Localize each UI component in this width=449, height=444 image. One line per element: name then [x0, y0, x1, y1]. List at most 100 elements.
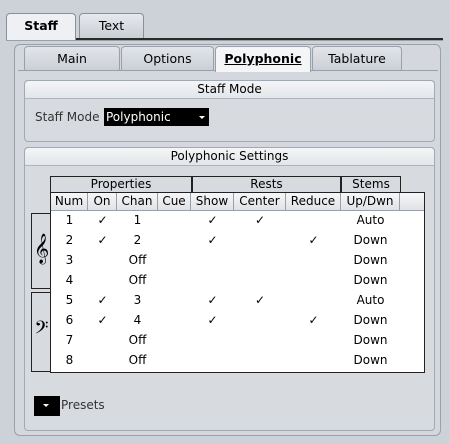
voice-6-cue-cell[interactable]	[158, 312, 191, 329]
voice-7-on-cell[interactable]	[88, 332, 117, 349]
chevron-down-icon	[199, 116, 205, 119]
tab-polyphonic-label: Polyphonic	[224, 51, 302, 66]
voice-5-on-cell[interactable]: ✓	[88, 292, 117, 309]
column-header-show: Show	[191, 193, 234, 211]
tab-tablature[interactable]: Tablature	[312, 46, 402, 70]
voice-4-num-cell: 4	[65, 273, 74, 287]
voice-2-updwn-cell[interactable]: Down	[341, 232, 400, 249]
voice-1-chan-cell[interactable]: 1	[117, 212, 158, 229]
bass-clef-icon: 𝄢	[34, 318, 49, 343]
top-tab-bar: Staff Text	[6, 13, 443, 40]
voice-4-chan-cell[interactable]: Off	[117, 272, 158, 289]
tab-options[interactable]: Options	[121, 46, 214, 70]
voice-8-on-cell[interactable]	[88, 352, 117, 369]
voice-7-center-cell[interactable]	[234, 332, 286, 349]
voice-2-cue-cell[interactable]	[158, 232, 191, 249]
column-header-on: On	[88, 193, 117, 211]
voice-8-show-cell[interactable]	[191, 352, 234, 369]
voice-8-updwn-cell[interactable]: Down	[341, 352, 400, 369]
voice-6-chan-cell[interactable]: 4	[117, 312, 158, 329]
voice-2-show-cell[interactable]: ✓	[191, 232, 234, 249]
voice-3-center-cell[interactable]	[234, 252, 286, 269]
voice-6-on-cell[interactable]: ✓	[88, 312, 117, 329]
voice-5-updwn-cell[interactable]: Auto	[341, 292, 400, 309]
tab-main[interactable]: Main	[24, 46, 120, 70]
voice-4-cue-cell[interactable]	[158, 272, 191, 289]
tab-polyphonic[interactable]: Polyphonic	[215, 46, 311, 72]
treble-clef-icon: 𝄞	[33, 234, 50, 264]
voice-7-updwn-cell[interactable]: Down	[341, 332, 400, 349]
voice-2-num-cell: 2	[65, 233, 74, 247]
staff-mode-group: Staff Mode Staff Mode Polyphonic	[24, 80, 435, 142]
voice-1-num-cell: 1	[65, 213, 74, 227]
presets-label: Presets	[61, 398, 105, 412]
treble-clef-box: 𝄞	[31, 213, 50, 289]
voice-8-num-cell: 8	[65, 353, 74, 367]
voice-4-on-cell[interactable]	[88, 272, 117, 289]
bass-clef-box: 𝄢	[31, 292, 50, 372]
voice-4-center-cell[interactable]	[234, 272, 286, 289]
voice-7-show-cell[interactable]	[191, 332, 234, 349]
voice-2-center-cell[interactable]	[234, 232, 286, 249]
voice-3-show-cell[interactable]	[191, 252, 234, 269]
voice-8-cue-cell[interactable]	[158, 352, 191, 369]
voice-6-show-cell[interactable]: ✓	[191, 312, 234, 329]
voice-6-center-cell[interactable]	[234, 312, 286, 329]
voice-6-updwn-cell[interactable]: Down	[341, 312, 400, 329]
column-header-chan: Chan	[117, 193, 158, 211]
staff-mode-group-title: Staff Mode	[25, 81, 434, 99]
staff-mode-value: Polyphonic	[106, 110, 171, 124]
voice-8-center-cell[interactable]	[234, 352, 286, 369]
voice-3-chan-cell[interactable]: Off	[117, 252, 158, 269]
chevron-down-icon	[43, 404, 49, 407]
voice-1-cue-cell[interactable]	[158, 212, 191, 229]
voice-5-cue-cell[interactable]	[158, 292, 191, 309]
voice-3-on-cell[interactable]	[88, 252, 117, 269]
staff-mode-label: Staff Mode	[35, 110, 100, 124]
tab-main-label: Main	[57, 51, 87, 66]
voice-1-show-cell[interactable]: ✓	[191, 212, 234, 229]
voice-4-updwn-cell[interactable]: Down	[341, 272, 400, 289]
voice-5-reduce-cell[interactable]	[286, 292, 341, 309]
voice-1-updwn-cell[interactable]: Auto	[341, 212, 400, 229]
presets-button[interactable]	[34, 396, 60, 416]
voice-6-reduce-cell[interactable]: ✓	[286, 312, 341, 329]
voice-2-chan-cell[interactable]: 2	[117, 232, 158, 249]
voice-3-num-cell: 3	[65, 253, 74, 267]
column-header-cue: Cue	[158, 193, 191, 211]
voice-1-on-cell[interactable]: ✓	[88, 212, 117, 229]
voice-6-num-cell: 6	[65, 313, 74, 327]
voice-5-center-cell[interactable]: ✓	[234, 292, 286, 309]
voice-2-reduce-cell[interactable]: ✓	[286, 232, 341, 249]
voice-4-reduce-cell[interactable]	[286, 272, 341, 289]
column-header-reduce: Reduce	[286, 193, 341, 211]
voice-3-reduce-cell[interactable]	[286, 252, 341, 269]
tab-tablature-label: Tablature	[328, 51, 386, 66]
column-header-updwn: Up/Dwn	[341, 193, 400, 211]
column-header-num: Num	[51, 193, 88, 211]
voice-8-reduce-cell[interactable]	[286, 352, 341, 369]
voice-7-num-cell: 7	[65, 333, 74, 347]
tab-staff[interactable]: Staff	[6, 13, 76, 40]
voice-7-reduce-cell[interactable]	[286, 332, 341, 349]
voice-5-num-cell: 5	[65, 293, 74, 307]
voice-7-cue-cell[interactable]	[158, 332, 191, 349]
properties-group-header: Properties	[50, 176, 192, 192]
polyphonic-settings-title: Polyphonic Settings	[25, 148, 434, 166]
voice-8-chan-cell[interactable]: Off	[117, 352, 158, 369]
voice-3-updwn-cell[interactable]: Down	[341, 252, 400, 269]
voice-2-on-cell[interactable]: ✓	[88, 232, 117, 249]
staff-settings-window: Staff Text Main Options Polyphonic Tabla…	[0, 0, 449, 444]
voices-table: Num On Chan Cue Show Center Reduce Up/Dwn 1 ✓ 1 ✓ ✓ A…	[50, 192, 425, 373]
voice-4-show-cell[interactable]	[191, 272, 234, 289]
tab-text[interactable]: Text	[79, 13, 144, 39]
tab-options-label: Options	[143, 51, 192, 66]
staff-mode-dropdown[interactable]: Polyphonic	[104, 108, 209, 126]
voice-1-reduce-cell[interactable]	[286, 212, 341, 229]
voice-7-chan-cell[interactable]: Off	[117, 332, 158, 349]
voice-1-center-cell[interactable]: ✓	[234, 212, 286, 229]
voice-5-show-cell[interactable]: ✓	[191, 292, 234, 309]
voice-5-chan-cell[interactable]: 3	[117, 292, 158, 309]
rests-group-header: Rests	[192, 176, 341, 192]
voice-3-cue-cell[interactable]	[158, 252, 191, 269]
